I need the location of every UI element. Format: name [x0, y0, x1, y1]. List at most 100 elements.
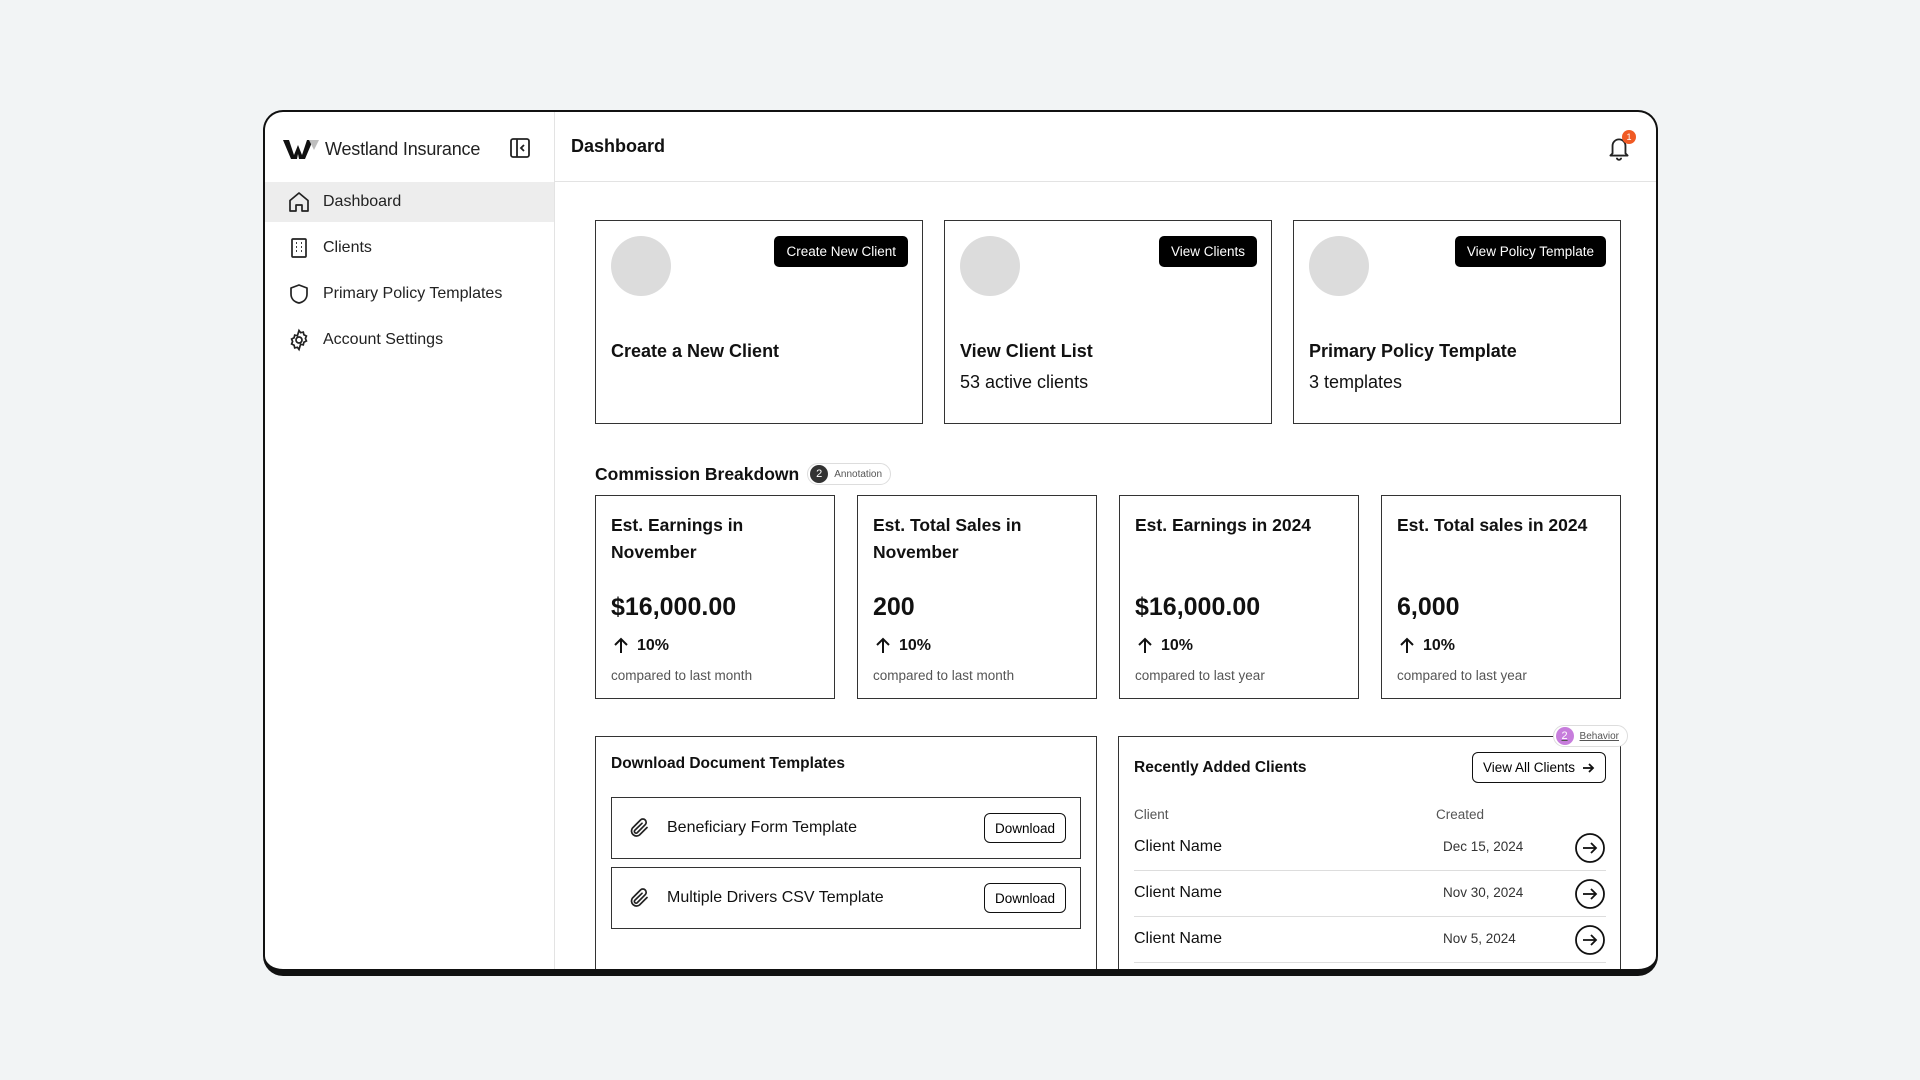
stat-note: compared to last month	[873, 668, 1015, 683]
collapse-sidebar-icon[interactable]	[508, 136, 532, 160]
table-row[interactable]: Client Name Nov 30, 2024	[1134, 871, 1606, 917]
arrow-circle-right-icon[interactable]	[1574, 924, 1606, 956]
download-templates-panel: Download Document Templates Beneficiary …	[595, 736, 1097, 969]
view-clients-button[interactable]: View Clients	[1158, 236, 1257, 267]
client-name: Client Name	[1134, 930, 1223, 947]
notifications-button[interactable]: 1	[1606, 130, 1636, 164]
download-button[interactable]: Download	[983, 883, 1066, 913]
stat-label: Est. Total sales in 2024	[1397, 515, 1588, 535]
stat-note: compared to last month	[611, 668, 753, 683]
gear-icon	[290, 328, 308, 352]
arrow-right-icon	[1583, 762, 1595, 773]
stat-label: Est. Total Sales in November	[873, 515, 1022, 562]
document-name: Beneficiary Form Template	[667, 819, 857, 836]
section-title-text: Commission Breakdown	[595, 463, 800, 484]
sidebar: Westland Insurance Dashboard Clients Pri…	[265, 112, 555, 969]
sidebar-item-dashboard[interactable]: Dashboard	[265, 182, 554, 222]
stat-trend-value: 10%	[637, 637, 670, 654]
paperclip-icon	[630, 888, 648, 907]
brand-name: Westland Insurance	[325, 138, 481, 159]
arrow-up-icon	[614, 637, 628, 653]
panel-title: Download Document Templates	[611, 755, 845, 772]
top-bar: Dashboard 1	[555, 112, 1656, 182]
sidebar-item-label: Dashboard	[323, 193, 402, 210]
arrow-up-icon	[1138, 637, 1152, 653]
behavior-number: 2	[1555, 727, 1574, 745]
notification-badge: 1	[1622, 130, 1636, 144]
stat-card: Est. Earnings in November $16,000.00 10%…	[595, 495, 835, 699]
shield-icon	[290, 284, 308, 304]
card-title: Primary Policy Template	[1309, 341, 1517, 361]
stat-trend-value: 10%	[899, 637, 932, 654]
recent-clients-panel: Recently Added Clients View All Clients …	[1118, 725, 1628, 969]
annotation-tag[interactable]: 2 Annotation	[807, 463, 892, 485]
stat-card: Est. Total sales in 2024 6,000 10% compa…	[1381, 495, 1621, 699]
column-header-created: Created	[1436, 807, 1485, 822]
brand[interactable]: Westland Insurance	[283, 134, 480, 164]
card-title: View Client List	[960, 341, 1093, 361]
download-button[interactable]: Download	[983, 813, 1066, 843]
client-name: Client Name	[1134, 838, 1223, 855]
table-row[interactable]: Client Name Nov 5, 2024	[1134, 917, 1606, 963]
arrow-up-icon	[876, 637, 890, 653]
card-avatar-placeholder	[960, 236, 1020, 296]
sidebar-item-clients[interactable]: Clients	[265, 228, 554, 268]
card-subtitle: 3 templates	[1309, 372, 1403, 392]
client-name: Client Name	[1134, 884, 1223, 901]
westland-logo-icon	[283, 140, 319, 159]
stat-value: 6,000	[1397, 593, 1460, 621]
stat-value: $16,000.00	[611, 593, 737, 621]
behavior-tag[interactable]: 2 Behavior	[1552, 725, 1628, 747]
card-title: Create a New Client	[611, 341, 780, 361]
stat-card: Est. Total Sales in November 200 10% com…	[857, 495, 1097, 699]
stat-note: compared to last year	[1135, 668, 1265, 683]
home-icon	[289, 192, 309, 212]
sidebar-nav: Dashboard Clients Primary Policy Templat…	[265, 182, 554, 366]
commission-breakdown-title: Commission Breakdown 2 Annotation	[595, 463, 892, 485]
page-title: Dashboard	[571, 136, 666, 156]
behavior-label: Behavior	[1579, 730, 1619, 742]
building-icon	[291, 238, 307, 258]
column-header-client: Client	[1134, 807, 1169, 822]
card-avatar-placeholder	[1309, 236, 1369, 296]
quick-card-policy-template: View Policy Template Primary Policy Temp…	[1293, 220, 1621, 424]
card-avatar-placeholder	[611, 236, 671, 296]
app-window: Westland Insurance Dashboard Clients Pri…	[263, 110, 1658, 976]
create-new-client-button[interactable]: Create New Client	[774, 236, 908, 267]
paperclip-icon	[630, 818, 648, 837]
sidebar-item-primary-policy-templates[interactable]: Primary Policy Templates	[265, 274, 554, 314]
client-created-date: Dec 15, 2024	[1443, 839, 1524, 854]
document-row: Beneficiary Form Template Download	[611, 797, 1081, 859]
arrow-up-icon	[1400, 637, 1414, 653]
document-name: Multiple Drivers CSV Template	[667, 889, 884, 906]
quick-card-create-client: Create New Client Create a New Client	[595, 220, 923, 424]
view-all-label: View All Clients	[1482, 760, 1575, 775]
stat-trend: 10%	[873, 636, 931, 656]
view-policy-template-button[interactable]: View Policy Template	[1454, 236, 1606, 267]
stat-trend: 10%	[1135, 636, 1193, 656]
document-row: Multiple Drivers CSV Template Download	[611, 867, 1081, 929]
sidebar-item-label: Clients	[323, 239, 372, 256]
stat-note: compared to last year	[1397, 668, 1527, 683]
stat-label: Est. Earnings in November	[611, 515, 744, 562]
client-created-date: Nov 30, 2024	[1443, 885, 1524, 900]
arrow-circle-right-icon[interactable]	[1574, 878, 1606, 910]
view-all-clients-button[interactable]: View All Clients	[1471, 752, 1606, 783]
stat-trend: 10%	[611, 636, 669, 656]
quick-card-view-clients: View Clients View Client List 53 active …	[944, 220, 1272, 424]
stat-label: Est. Earnings in 2024	[1135, 515, 1312, 535]
stat-trend-value: 10%	[1161, 637, 1194, 654]
annotation-label: Annotation	[834, 468, 883, 480]
stat-trend: 10%	[1397, 636, 1455, 656]
stat-value: 200	[873, 593, 915, 621]
arrow-circle-right-icon[interactable]	[1574, 832, 1606, 864]
card-subtitle: 53 active clients	[960, 372, 1089, 392]
stat-trend-value: 10%	[1423, 637, 1456, 654]
stat-value: $16,000.00	[1135, 593, 1261, 621]
client-created-date: Nov 5, 2024	[1443, 931, 1516, 946]
annotation-number: 2	[810, 465, 829, 483]
table-row[interactable]: Client Name Dec 15, 2024	[1134, 825, 1606, 871]
sidebar-item-account-settings[interactable]: Account Settings	[265, 320, 554, 360]
sidebar-item-label: Primary Policy Templates	[323, 285, 503, 302]
sidebar-item-label: Account Settings	[323, 331, 444, 348]
